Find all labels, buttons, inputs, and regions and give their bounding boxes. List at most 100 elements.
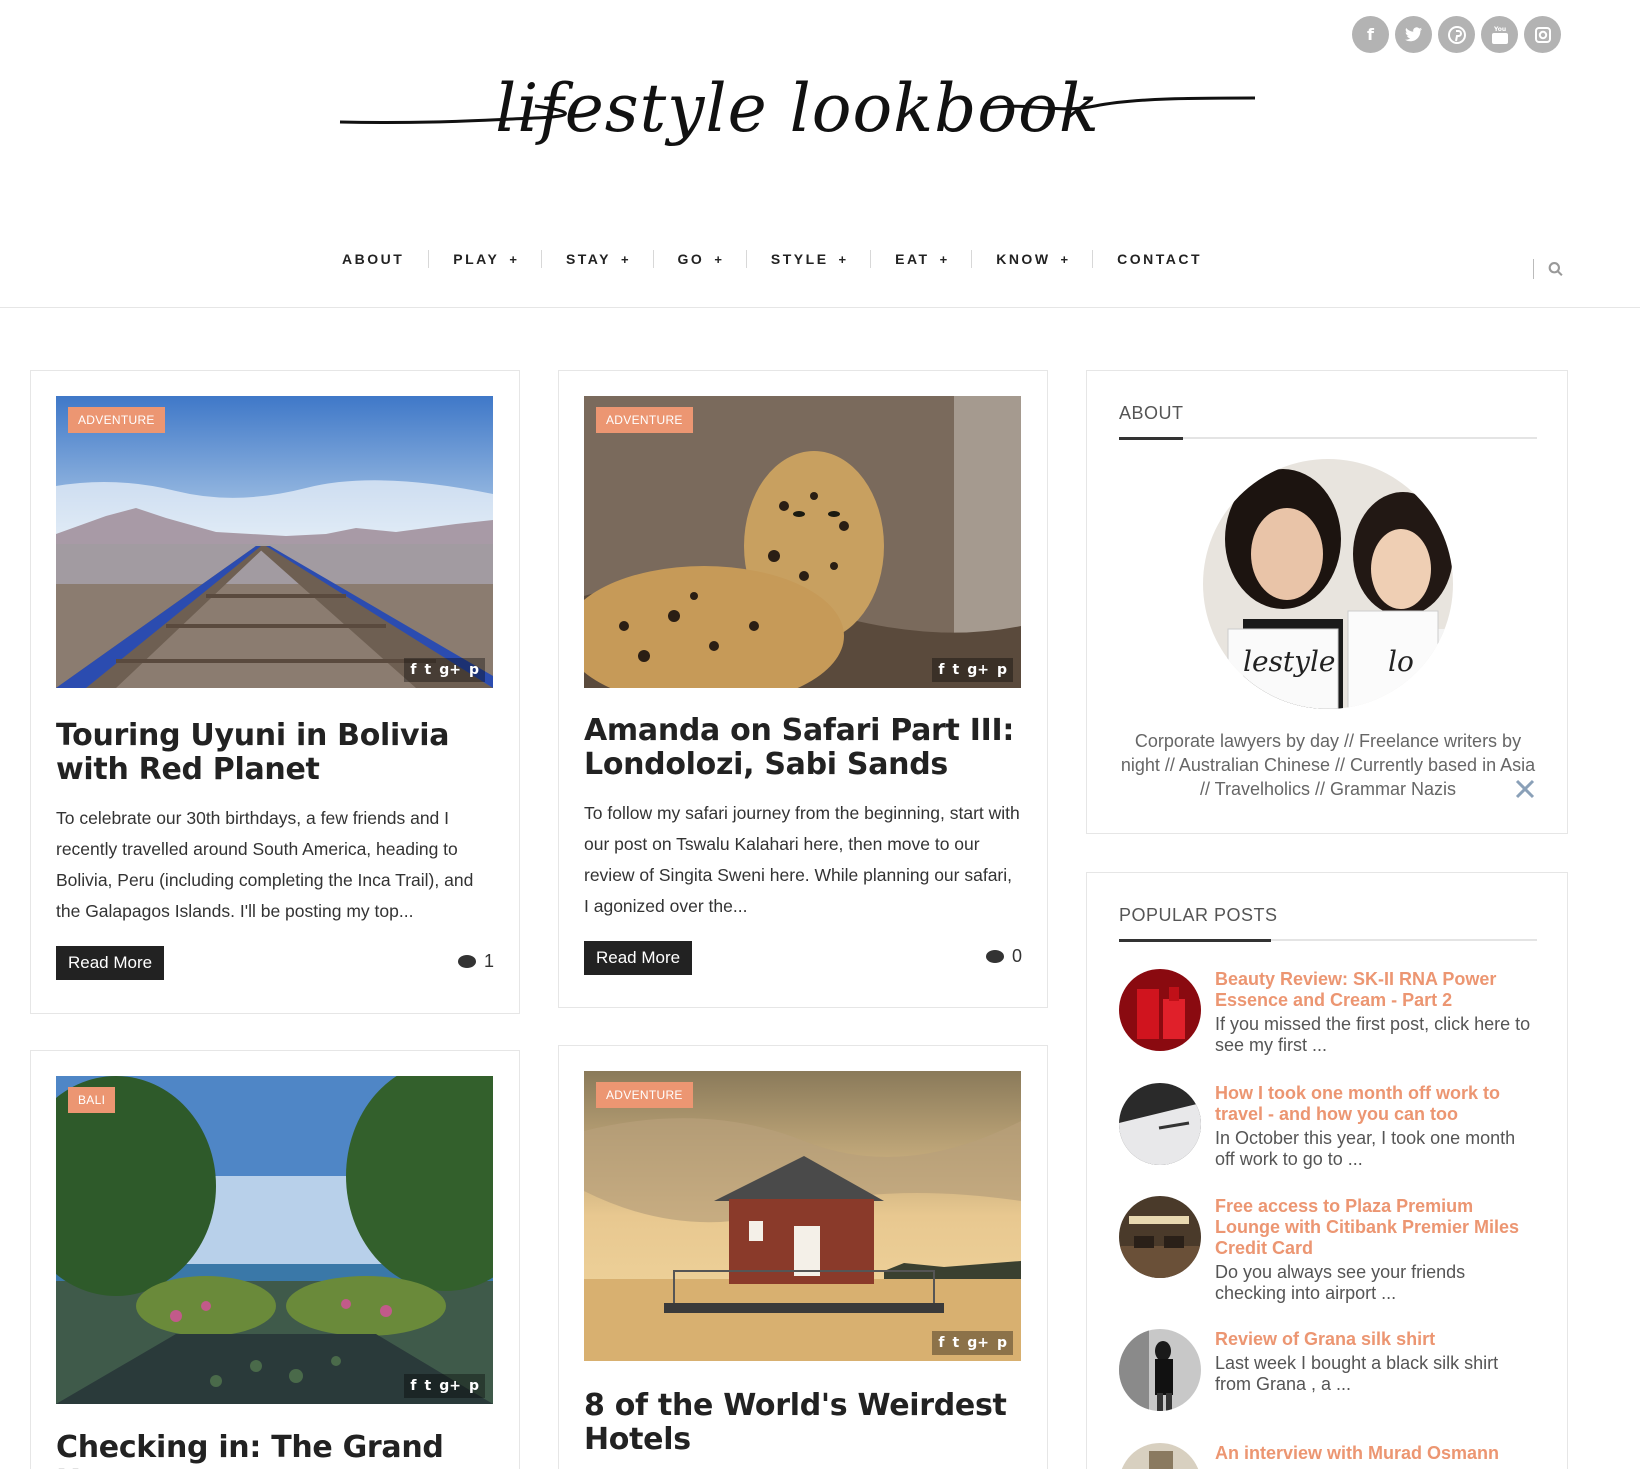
search-icon[interactable] — [1548, 260, 1563, 278]
facebook-icon[interactable]: f — [1352, 16, 1389, 53]
popular-post-desc: Do you always see your friends checking … — [1215, 1262, 1466, 1303]
comments-icon — [985, 950, 1004, 963]
plus-icon[interactable]: + — [714, 252, 722, 267]
photo-sign-right: lo — [1388, 645, 1414, 678]
popular-posts-widget: POPULAR POSTS Beauty Review: SK-II RNA P… — [1086, 872, 1568, 1469]
popular-post-thumbnail[interactable] — [1119, 1329, 1201, 1411]
comment-count-value: 0 — [1011, 946, 1022, 966]
post-card: ADVENTURE f t g+ p 8 of the World's Weir… — [558, 1045, 1048, 1469]
post-title[interactable]: Amanda on Safari Part III: Londolozi, Sa… — [584, 714, 1021, 782]
post-image[interactable]: BALI f t g+ p — [56, 1076, 493, 1404]
nav-item-eat[interactable]: EAT + — [871, 250, 973, 268]
nav-item-about[interactable]: ABOUT — [330, 250, 430, 268]
pinterest-share-icon[interactable]: p — [997, 662, 1007, 678]
plus-icon[interactable]: + — [1061, 252, 1069, 267]
popular-post-title[interactable]: How I took one month off work to travel … — [1215, 1083, 1535, 1125]
popular-post-desc: In October this year, I took one month o… — [1215, 1128, 1516, 1169]
widget-title-underline — [1119, 939, 1537, 942]
plus-icon[interactable]: + — [509, 252, 517, 267]
twitter-icon[interactable] — [1395, 16, 1432, 53]
googleplus-share-icon[interactable]: g+ — [439, 1378, 461, 1394]
logo-text: lifestyle lookbook — [495, 70, 1100, 147]
popular-post-title[interactable]: An interview with Murad Osmann — [1215, 1443, 1535, 1464]
plus-icon[interactable]: + — [839, 252, 847, 267]
site-logo[interactable]: lifestyle lookbook — [335, 40, 1260, 190]
nav-item-label: PLAY — [453, 251, 500, 267]
nav-item-label: EAT — [895, 251, 930, 267]
popular-post-title[interactable]: Review of Grana silk shirt — [1215, 1329, 1535, 1350]
comments-icon — [457, 955, 476, 968]
post-card: ADVENTURE f t g+ p Amanda on Safari Part… — [558, 370, 1048, 1008]
comment-count[interactable]: 0 — [985, 946, 1022, 967]
tools-icon[interactable] — [1513, 777, 1537, 801]
post-title[interactable]: 8 of the World's Weirdest Hotels — [584, 1389, 1021, 1457]
twitter-share-icon[interactable]: t — [953, 1335, 960, 1351]
facebook-share-icon[interactable]: f — [938, 662, 944, 678]
category-tag[interactable]: ADVENTURE — [68, 407, 165, 433]
widget-title: ABOUT — [1119, 403, 1184, 423]
plus-icon[interactable]: + — [940, 252, 948, 267]
photo-sign-left: lestyle — [1243, 645, 1336, 678]
post-image[interactable]: ADVENTURE f t g+ p — [584, 1071, 1021, 1361]
about-widget: ABOUT lestyle lo Corporate lawyers by da… — [1086, 370, 1568, 834]
category-tag[interactable]: ADVENTURE — [596, 1082, 693, 1108]
instagram-icon[interactable] — [1524, 16, 1561, 53]
post-card: ADVENTURE f t g+ p Touring Uyuni in Boli… — [30, 370, 520, 1014]
twitter-share-icon[interactable]: t — [425, 662, 432, 678]
nav-item-contact[interactable]: CONTACT — [1093, 250, 1226, 268]
post-title[interactable]: Checking in: The Grand Hyatt, — [56, 1431, 493, 1469]
googleplus-share-icon[interactable]: g+ — [439, 662, 461, 678]
pinterest-share-icon[interactable]: p — [469, 662, 479, 678]
popular-post-item[interactable]: An interview with Murad Osmann — [1119, 1443, 1539, 1469]
nav-item-label: KNOW — [996, 251, 1051, 267]
popular-post-thumbnail[interactable] — [1119, 1083, 1201, 1165]
nav-border — [0, 307, 1640, 308]
nav-item-label: GO — [677, 251, 705, 267]
nav-item-label: STYLE — [770, 251, 829, 267]
pinterest-share-icon[interactable]: p — [469, 1378, 479, 1394]
post-image[interactable]: ADVENTURE f t g+ p — [584, 396, 1021, 688]
googleplus-share-icon[interactable]: g+ — [967, 1335, 989, 1351]
twitter-share-icon[interactable]: t — [953, 662, 960, 678]
comment-count[interactable]: 1 — [457, 951, 494, 972]
googleplus-share-icon[interactable]: g+ — [967, 662, 989, 678]
nav-item-go[interactable]: GO + — [654, 250, 747, 268]
popular-post-title[interactable]: Free access to Plaza Premium Lounge with… — [1215, 1196, 1535, 1259]
twitter-share-icon[interactable]: t — [425, 1378, 432, 1394]
youtube-icon[interactable]: You — [1481, 16, 1518, 53]
facebook-share-icon[interactable]: f — [938, 1335, 944, 1351]
plus-icon[interactable]: + — [621, 252, 629, 267]
popular-post-thumbnail[interactable] — [1119, 1443, 1201, 1469]
popular-post-item[interactable]: Review of Grana silk shirt Last week I b… — [1119, 1329, 1539, 1419]
share-bar: f t g+ p — [404, 1374, 485, 1398]
popular-post-item[interactable]: How I took one month off work to travel … — [1119, 1083, 1539, 1173]
about-photo: lestyle lo — [1203, 459, 1453, 709]
share-bar: f t g+ p — [932, 1331, 1013, 1355]
share-bar: f t g+ p — [404, 658, 485, 682]
post-title[interactable]: Touring Uyuni in Bolivia with Red Planet — [56, 719, 493, 787]
category-tag[interactable]: BALI — [68, 1087, 116, 1113]
popular-post-thumbnail[interactable] — [1119, 969, 1201, 1051]
nav-item-style[interactable]: STYLE + — [747, 250, 872, 268]
comment-count-value: 1 — [483, 951, 494, 971]
pinterest-share-icon[interactable]: p — [997, 1335, 1007, 1351]
nav-item-know[interactable]: KNOW + — [972, 250, 1094, 268]
nav-item-stay[interactable]: STAY + — [542, 250, 654, 268]
facebook-share-icon[interactable]: f — [410, 662, 416, 678]
main-nav: ABOUT PLAY + STAY + GO + STYLE + EAT + KNOW + CONTACT — [330, 250, 1226, 268]
category-tag[interactable]: ADVENTURE — [596, 407, 693, 433]
read-more-button[interactable]: Read More — [584, 941, 693, 975]
popular-post-title[interactable]: Beauty Review: SK-II RNA Power Essence a… — [1215, 969, 1535, 1011]
popular-post-thumbnail[interactable] — [1119, 1196, 1201, 1278]
post-image[interactable]: ADVENTURE f t g+ p — [56, 396, 493, 688]
popular-post-desc: If you missed the first post, click here… — [1215, 1014, 1531, 1055]
post-excerpt: To follow my safari journey from the beg… — [584, 803, 1020, 916]
read-more-button[interactable]: Read More — [56, 946, 165, 980]
facebook-share-icon[interactable]: f — [410, 1378, 416, 1394]
popular-post-item[interactable]: Free access to Plaza Premium Lounge with… — [1119, 1196, 1539, 1303]
nav-item-play[interactable]: PLAY + — [429, 250, 542, 268]
pinterest-icon[interactable] — [1438, 16, 1475, 53]
search-toggle[interactable] — [1533, 258, 1563, 280]
popular-post-item[interactable]: Beauty Review: SK-II RNA Power Essence a… — [1119, 969, 1539, 1059]
widget-title: POPULAR POSTS — [1119, 905, 1278, 925]
